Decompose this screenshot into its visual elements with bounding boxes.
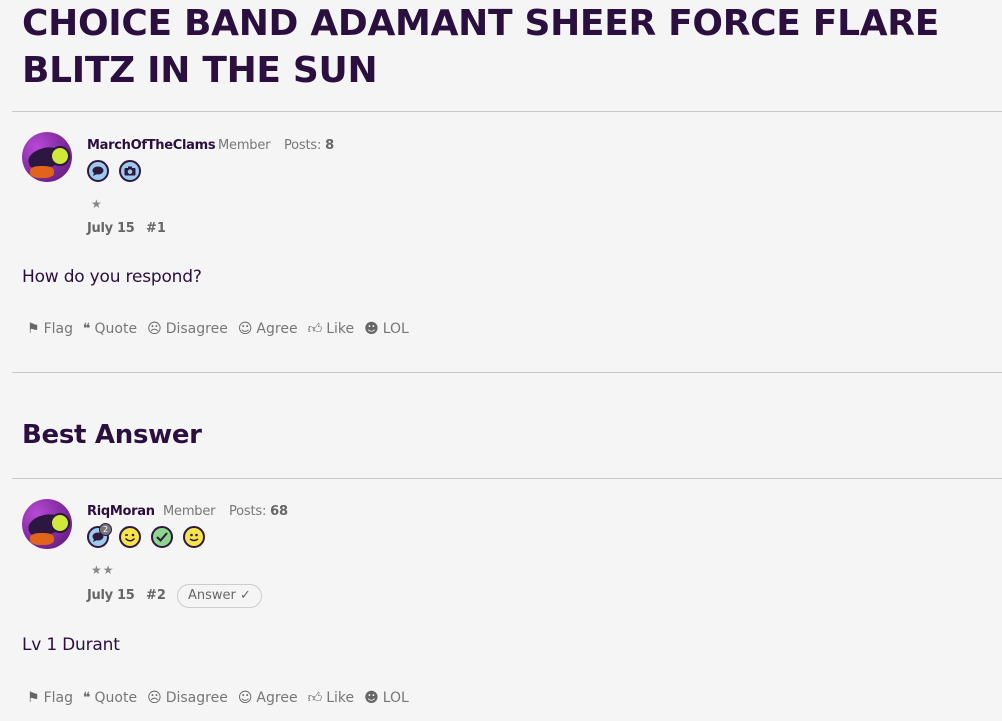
post-number-link[interactable]: #1 — [146, 221, 166, 236]
flag-button[interactable]: ⚑ Flag — [27, 320, 73, 337]
badge-count: 2 — [99, 523, 112, 536]
flag-icon: ⚑ — [27, 320, 40, 337]
answer-tag[interactable]: Answer ✓ — [177, 584, 262, 608]
post-body: How do you respond? — [22, 267, 202, 287]
flag-button[interactable]: ⚑ Flag — [27, 689, 73, 706]
post-number-link[interactable]: #2 — [146, 588, 166, 603]
user-role: Member — [218, 138, 271, 153]
rank-stars: ★★ — [91, 563, 115, 577]
divider — [12, 478, 1002, 479]
post-body: Lv 1 Durant — [22, 635, 120, 655]
divider — [12, 372, 1002, 373]
post-date-link[interactable]: July 15 — [87, 588, 135, 603]
camera-badge-icon[interactable] — [119, 160, 141, 182]
disagree-button[interactable]: ☹ Disagree — [147, 320, 228, 337]
wink-face-badge-icon[interactable] — [119, 526, 141, 548]
frown-icon: ☹ — [147, 320, 162, 337]
avatar[interactable] — [22, 499, 72, 549]
smile-icon: ☺ — [237, 689, 253, 706]
agree-button[interactable]: ☺ Agree — [238, 689, 298, 706]
lol-button[interactable]: ☻ LOL — [364, 320, 409, 337]
username-link[interactable]: MarchOfTheClams — [87, 138, 216, 153]
posts-count: Posts: 8 — [284, 138, 334, 153]
disagree-button[interactable]: ☹ Disagree — [147, 689, 228, 706]
checkmark-badge-icon[interactable] — [151, 526, 173, 548]
laugh-icon: ☻ — [364, 689, 379, 706]
smile-face-badge-icon[interactable] — [183, 526, 205, 548]
laugh-icon: ☻ — [364, 320, 379, 337]
speech-bubble-badge-icon[interactable] — [87, 160, 109, 182]
quote-button[interactable]: ❝ Quote — [83, 689, 137, 706]
agree-button[interactable]: ☺ Agree — [238, 320, 298, 337]
badge-list — [87, 160, 141, 182]
smile-icon: ☺ — [237, 320, 253, 337]
user-role: Member — [163, 504, 216, 519]
thumbs-up-icon: 👍︎ — [307, 690, 323, 706]
lol-button[interactable]: ☻ LOL — [364, 689, 409, 706]
quote-icon: ❝ — [82, 320, 91, 337]
username-link[interactable]: RiqMoran — [87, 504, 155, 519]
rank-stars: ★ — [91, 197, 103, 211]
quote-button[interactable]: ❝ Quote — [83, 320, 137, 337]
frown-icon: ☹ — [147, 689, 162, 706]
divider — [12, 111, 1002, 112]
post-actions: ⚑ Flag ❝ Quote ☹ Disagree ☺ Agree 👍︎ Like ☻ LO… — [27, 320, 409, 338]
posts-count: Posts: 68 — [229, 504, 288, 519]
thumbs-up-icon: 👍︎ — [307, 321, 323, 337]
best-answer-heading: Best Answer — [22, 420, 202, 450]
flag-icon: ⚑ — [27, 689, 40, 706]
badge-list: 2 — [87, 523, 205, 548]
like-button[interactable]: 👍︎ Like — [307, 689, 355, 707]
like-button[interactable]: 👍︎ Like — [307, 320, 355, 338]
quote-icon: ❝ — [82, 689, 91, 706]
avatar[interactable] — [22, 132, 72, 182]
speech-bubble-badge-icon[interactable]: 2 — [87, 523, 112, 548]
post-actions: ⚑ Flag ❝ Quote ☹ Disagree ☺ Agree 👍︎ Like ☻ LO… — [27, 689, 409, 707]
discussion-title: CHOICE BAND ADAMANT SHEER FORCE FLARE BL… — [22, 3, 940, 91]
post-date-link[interactable]: July 15 — [87, 221, 135, 236]
